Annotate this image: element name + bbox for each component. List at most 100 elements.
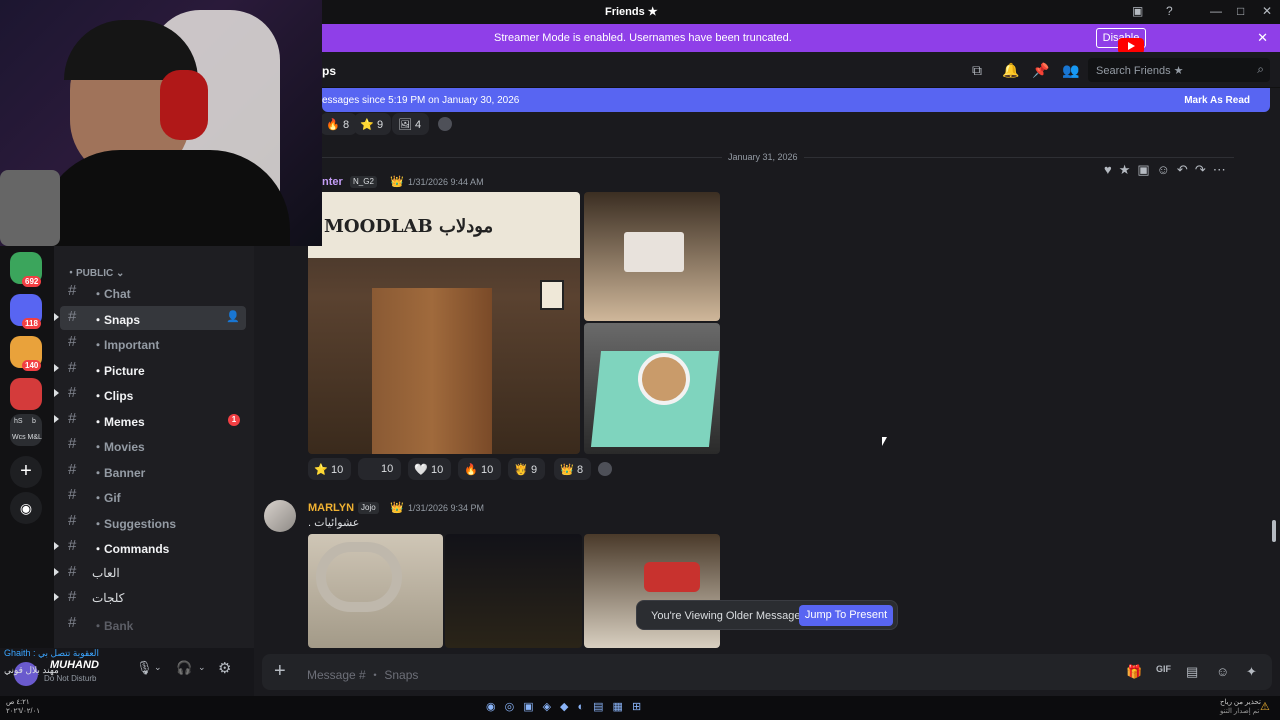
- server-mention-badge: 118: [22, 318, 41, 329]
- channel-item[interactable]: # ・Banner: [60, 459, 246, 483]
- add-reaction-icon[interactable]: [598, 462, 612, 476]
- taskbar-apps[interactable]: ◉◎▣◈◆◐▤▦⊞: [486, 700, 792, 716]
- channel-item[interactable]: # ・Chat: [60, 280, 246, 304]
- mark-as-read-button[interactable]: Mark As Read: [1184, 95, 1250, 106]
- channel-item[interactable]: # ・Clips: [54, 382, 246, 406]
- channel-item[interactable]: # ・Important: [60, 331, 246, 355]
- message-author[interactable]: nter: [322, 176, 343, 188]
- mouse-cursor: [882, 437, 887, 446]
- reaction-button[interactable]: 10: [358, 458, 402, 480]
- gif-icon[interactable]: GIF: [1156, 664, 1171, 674]
- expand-arrow-icon[interactable]: [54, 312, 59, 321]
- invite-icon[interactable]: 👤: [226, 310, 240, 323]
- discover-icon[interactable]: ◉: [10, 492, 42, 524]
- streamer-mode-text: Streamer Mode is enabled. Usernames have…: [494, 32, 792, 44]
- threads-icon[interactable]: ⧉: [972, 62, 982, 79]
- category-public[interactable]: ・PUBLIC ⌄: [66, 264, 124, 279]
- close-icon[interactable]: ✕: [1257, 30, 1268, 46]
- attachment-image[interactable]: [308, 534, 443, 648]
- attachment-image[interactable]: MOODLAB مودلاب: [308, 192, 580, 454]
- headphones-icon[interactable]: 🎧: [176, 660, 192, 676]
- channel-name: ・Gif: [92, 491, 121, 505]
- gift-icon[interactable]: 🎁: [1126, 664, 1142, 680]
- channel-item[interactable]: # كلجات: [54, 586, 246, 610]
- warning-icon: ⚠: [1260, 701, 1270, 713]
- channel-item[interactable]: # ・Bank: [60, 612, 246, 636]
- reaction-button[interactable]: 👑 8: [554, 458, 592, 480]
- reaction-button[interactable]: ⭐ 10: [308, 458, 352, 480]
- attachment-image[interactable]: [584, 534, 720, 648]
- message-actions-toolbar[interactable]: ♥★▣☺↶↷⋯: [1104, 162, 1272, 182]
- reaction-button[interactable]: ⭐ 9: [354, 113, 392, 135]
- expand-arrow-icon[interactable]: [54, 389, 59, 397]
- mention-badge: 1: [228, 413, 240, 426]
- add-reaction-icon[interactable]: [438, 117, 452, 131]
- channel-item[interactable]: # ・Movies: [60, 433, 246, 457]
- message-author[interactable]: MARLYN: [308, 502, 354, 514]
- hash-icon: #: [68, 358, 77, 376]
- channel-item[interactable]: # ・Gif: [60, 484, 246, 508]
- expand-arrow-icon[interactable]: [54, 593, 59, 601]
- dessert: [644, 562, 700, 592]
- expand-arrow-icon[interactable]: [54, 542, 59, 550]
- emoji-icon[interactable]: ☺: [1216, 664, 1229, 679]
- apps-icon[interactable]: ✦: [1246, 664, 1257, 680]
- channel-name: ・Chat: [92, 287, 131, 301]
- message-input[interactable]: + Message # ・ Snaps 🎁 GIF ▤ ☺ ✦: [262, 654, 1272, 690]
- avatar[interactable]: [264, 500, 296, 532]
- server-icon[interactable]: hS b Wcs M&L: [10, 414, 42, 446]
- new-messages-bar[interactable]: essages since 5:19 PM on January 30, 202…: [322, 88, 1270, 112]
- reaction-button[interactable]: 🖼 4: [392, 113, 430, 135]
- add-server-icon[interactable]: +: [10, 456, 42, 488]
- bell-icon[interactable]: 🔔: [1002, 62, 1019, 79]
- expand-arrow-icon[interactable]: [54, 567, 59, 576]
- hash-icon: #: [68, 435, 77, 452]
- crown-icon: 👑: [390, 502, 404, 514]
- inbox-icon[interactable]: ▣: [1132, 4, 1143, 18]
- server-icon[interactable]: [10, 378, 42, 410]
- channel-name: ・Memes: [92, 414, 145, 429]
- reaction-button[interactable]: 🔥 10: [458, 458, 502, 480]
- gear-icon[interactable]: ⚙: [218, 659, 231, 677]
- sticker-icon[interactable]: ▤: [1186, 664, 1198, 680]
- expand-arrow-icon[interactable]: [54, 414, 59, 423]
- attachment-image[interactable]: [445, 534, 582, 648]
- close-window-button[interactable]: ✕: [1262, 4, 1272, 18]
- channel-name: كلجات: [92, 591, 125, 605]
- message-composer: + Message # ・ Snaps 🎁 GIF ▤ ☺ ✦: [254, 648, 1280, 696]
- headset: [160, 70, 208, 140]
- chevron-down-icon[interactable]: ⌄: [154, 662, 162, 673]
- channel-name: العاب: [92, 565, 120, 580]
- star-icon: ⭐: [314, 464, 328, 476]
- reaction-button[interactable]: 🤍 10: [408, 458, 452, 480]
- pin-icon[interactable]: 📌: [1032, 62, 1049, 79]
- reaction-count: 4: [415, 119, 422, 131]
- add-attachment-icon[interactable]: +: [274, 660, 286, 683]
- attachment-image[interactable]: [584, 192, 720, 321]
- channel-item[interactable]: # ・Commands: [54, 535, 246, 559]
- search-icon: ⌕: [1257, 62, 1264, 76]
- expand-arrow-icon[interactable]: [54, 363, 59, 372]
- channel-item[interactable]: # العاب: [54, 561, 246, 585]
- reaction-button[interactable]: 🔥 8: [320, 113, 358, 135]
- microphone-icon[interactable]: 🎙: [136, 660, 153, 676]
- members-icon[interactable]: 👥: [1062, 62, 1079, 79]
- channel-item[interactable]: # ・Suggestions: [60, 510, 246, 534]
- channel-item[interactable]: # ・Memes 1: [54, 408, 246, 432]
- reaction-count: 10: [381, 463, 394, 475]
- maximize-button[interactable]: □: [1237, 4, 1244, 18]
- hash-icon: #: [68, 588, 77, 605]
- reaction-count: 10: [331, 464, 344, 476]
- window-title: Friends ★: [605, 6, 658, 18]
- jump-to-present-button[interactable]: Jump To Present: [799, 605, 893, 626]
- minimize-button[interactable]: —: [1210, 4, 1222, 18]
- reaction-button[interactable]: 🫅 9: [508, 458, 546, 480]
- search-input[interactable]: Search Friends ★ ⌕: [1088, 58, 1270, 82]
- help-icon[interactable]: ?: [1166, 4, 1173, 18]
- channel-item[interactable]: # ・Picture: [54, 357, 246, 381]
- heart-icon: 🤍: [414, 464, 428, 476]
- attachment-image[interactable]: [584, 323, 720, 454]
- chevron-down-icon[interactable]: ⌄: [198, 662, 206, 673]
- scrollbar-thumb[interactable]: [1272, 520, 1276, 542]
- channel-item[interactable]: # ・Snaps 👤: [54, 305, 246, 330]
